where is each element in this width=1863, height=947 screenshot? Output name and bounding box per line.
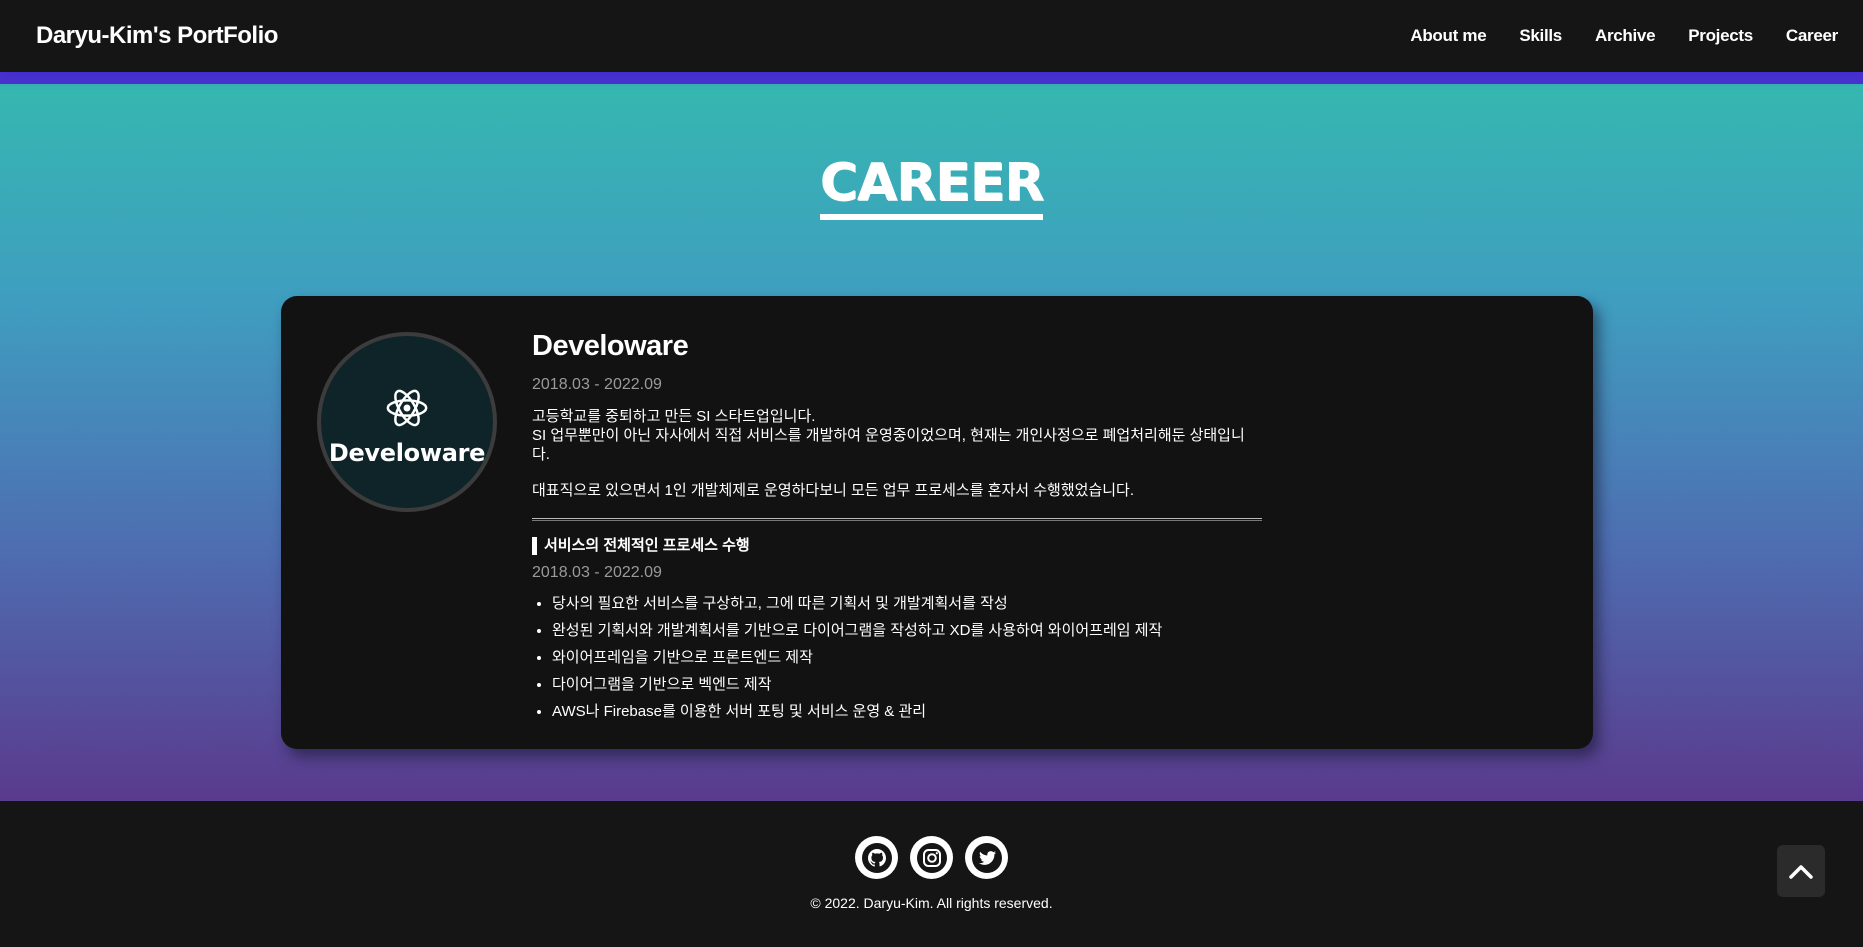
footer: © 2022. Daryu-Kim. All rights reserved. <box>0 801 1863 947</box>
description-line-2: SI 업무뿐만이 아닌 자사에서 직접 서비스를 개발하여 운영중이었으며, 현… <box>532 427 1245 463</box>
divider <box>532 518 1262 521</box>
nav-item-skills[interactable]: Skills <box>1519 26 1562 46</box>
task-item: 와이어프레임을 기반으로 프론트엔드 제작 <box>552 648 1262 667</box>
instagram-link[interactable] <box>910 836 953 879</box>
task-list: 당사의 필요한 서비스를 구상하고, 그에 따른 기획서 및 개발계획서를 작성… <box>532 594 1262 721</box>
company-description: 고등학교를 중퇴하고 만든 SI 스타트업입니다. SI 업무뿐만이 아닌 자사… <box>532 407 1262 464</box>
company-name: Develoware <box>532 330 689 362</box>
role-title: 서비스의 전체적인 프로세스 수행 <box>532 537 1262 555</box>
nav-item-projects[interactable]: Projects <box>1688 26 1753 46</box>
role-period: 2018.03 - 2022.09 <box>532 564 662 581</box>
career-content: Develoware 2018.03 - 2022.09 고등학교를 중퇴하고 … <box>532 330 1262 729</box>
logo-text: Develoware <box>328 439 486 467</box>
career-section: CAREER Develoware Develoware 2018.03 - 2… <box>0 72 1863 801</box>
description-line-3: 대표직으로 있으면서 1인 개발체제로 운영하다보니 모든 업무 프로세스를 혼… <box>532 482 1135 499</box>
career-card: Develoware Develoware 2018.03 - 2022.09 … <box>281 296 1593 749</box>
twitter-icon <box>971 842 1002 873</box>
copyright: © 2022. Daryu-Kim. All rights reserved. <box>810 895 1053 911</box>
social-links <box>0 836 1863 879</box>
task-item: AWS나 Firebase를 이용한 서버 포팅 및 서비스 운영 & 관리 <box>552 702 1262 721</box>
github-icon <box>861 842 892 873</box>
navbar: Daryu-Kim's PortFolio About me Skills Ar… <box>0 0 1863 72</box>
heading-wrap: CAREER <box>0 154 1863 220</box>
chevron-up-icon <box>1789 865 1813 879</box>
nav-item-about-me[interactable]: About me <box>1410 26 1486 46</box>
nav-item-career[interactable]: Career <box>1786 26 1838 46</box>
scroll-top-button[interactable] <box>1777 845 1825 897</box>
section-heading: CAREER <box>819 154 1044 220</box>
task-item: 당사의 필요한 서비스를 구상하고, 그에 따른 기획서 및 개발계획서를 작성 <box>552 594 1262 613</box>
description-line-1: 고등학교를 중퇴하고 만든 SI 스타트업입니다. <box>532 408 816 425</box>
task-item: 완성된 기획서와 개발계획서를 기반으로 다이어그램을 작성하고 XD를 사용하… <box>552 621 1262 640</box>
atom-icon <box>386 389 428 427</box>
github-link[interactable] <box>855 836 898 879</box>
brand-title[interactable]: Daryu-Kim's PortFolio <box>36 22 278 50</box>
twitter-link[interactable] <box>965 836 1008 879</box>
nav-menu: About me Skills Archive Projects Career <box>1410 26 1838 46</box>
task-item: 다이어그램을 기반으로 벡엔드 제작 <box>552 675 1262 694</box>
nav-item-archive[interactable]: Archive <box>1595 26 1656 46</box>
instagram-icon <box>916 842 947 873</box>
company-period: 2018.03 - 2022.09 <box>532 376 662 393</box>
company-logo: Develoware <box>317 332 497 512</box>
